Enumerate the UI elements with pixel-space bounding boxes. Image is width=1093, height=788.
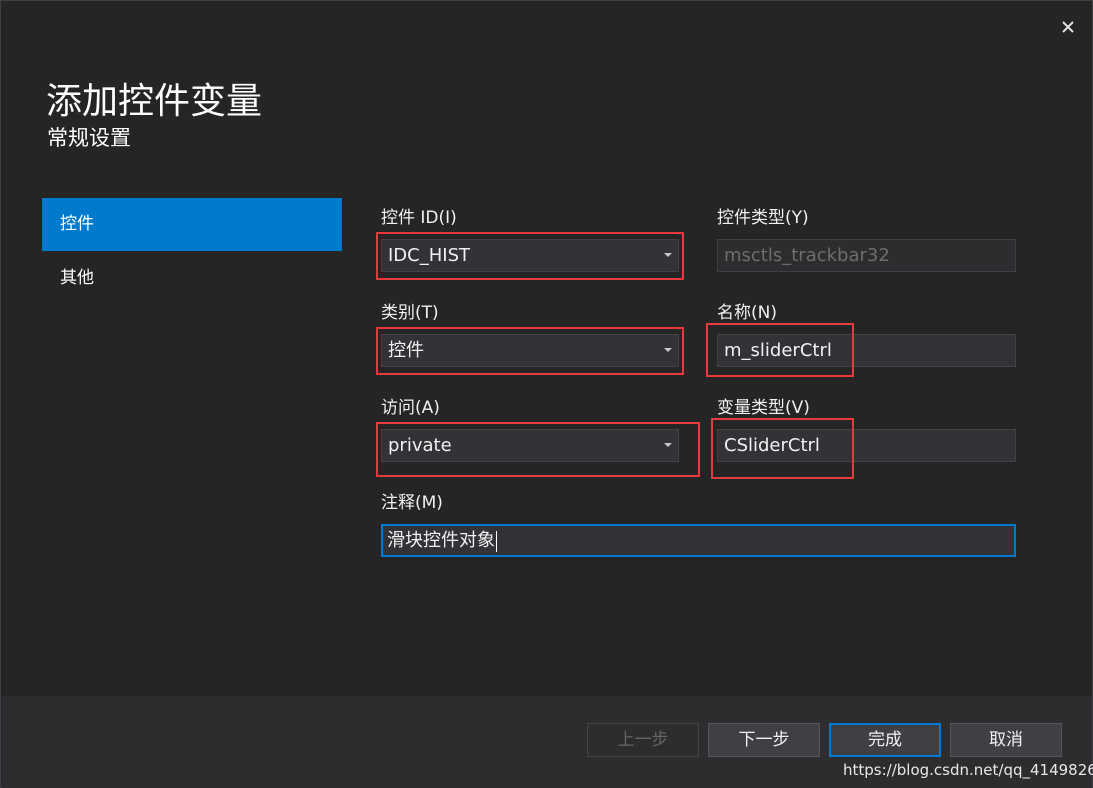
comment-input[interactable]: 滑块控件对象 [381, 524, 1016, 557]
finish-button[interactable]: 完成 [829, 723, 941, 757]
access-label: 访问(A) [381, 398, 440, 418]
prev-button[interactable]: 上一步 [587, 723, 699, 757]
cancel-button[interactable]: 取消 [950, 723, 1062, 757]
access-value: private [388, 435, 452, 456]
control-id-value: IDC_HIST [388, 245, 471, 266]
next-button[interactable]: 下一步 [708, 723, 820, 757]
category-value: 控件 [388, 340, 424, 361]
control-type-value: msctls_trackbar32 [724, 245, 890, 266]
control-type-field: msctls_trackbar32 [717, 239, 1016, 272]
comment-value: 滑块控件对象 [387, 530, 495, 551]
sidebar-item-other[interactable]: 其他 [42, 252, 342, 305]
dropdown-arrow-icon [664, 253, 672, 257]
control-id-label: 控件 ID(I) [381, 208, 457, 228]
dialog-title: 添加控件变量 [46, 81, 263, 122]
name-input[interactable]: m_sliderCtrl [717, 334, 1016, 367]
control-type-label: 控件类型(Y) [717, 208, 809, 228]
add-control-variable-dialog: 添加控件变量 常规设置 控件 其他 控件 ID(I) IDC_HIST 控件类型… [0, 0, 1093, 788]
close-button[interactable] [1053, 13, 1083, 41]
watermark-text: https://blog.csdn.net/qq_41498261 [843, 761, 1093, 779]
sidebar-item-controls[interactable]: 控件 [42, 198, 342, 251]
variable-type-input[interactable]: CSliderCtrl [717, 429, 1016, 462]
variable-type-value: CSliderCtrl [724, 435, 820, 456]
dropdown-arrow-icon [664, 443, 672, 447]
access-dropdown[interactable]: private [381, 429, 679, 462]
close-icon [1062, 21, 1074, 33]
control-id-dropdown[interactable]: IDC_HIST [381, 239, 679, 272]
text-caret [496, 530, 497, 552]
name-label: 名称(N) [717, 303, 777, 323]
name-value: m_sliderCtrl [724, 340, 832, 361]
category-label: 类别(T) [381, 303, 439, 323]
dropdown-arrow-icon [664, 348, 672, 352]
variable-type-label: 变量类型(V) [717, 398, 810, 418]
comment-label: 注释(M) [381, 493, 443, 513]
category-dropdown[interactable]: 控件 [381, 334, 679, 367]
dialog-subtitle: 常规设置 [47, 126, 131, 150]
